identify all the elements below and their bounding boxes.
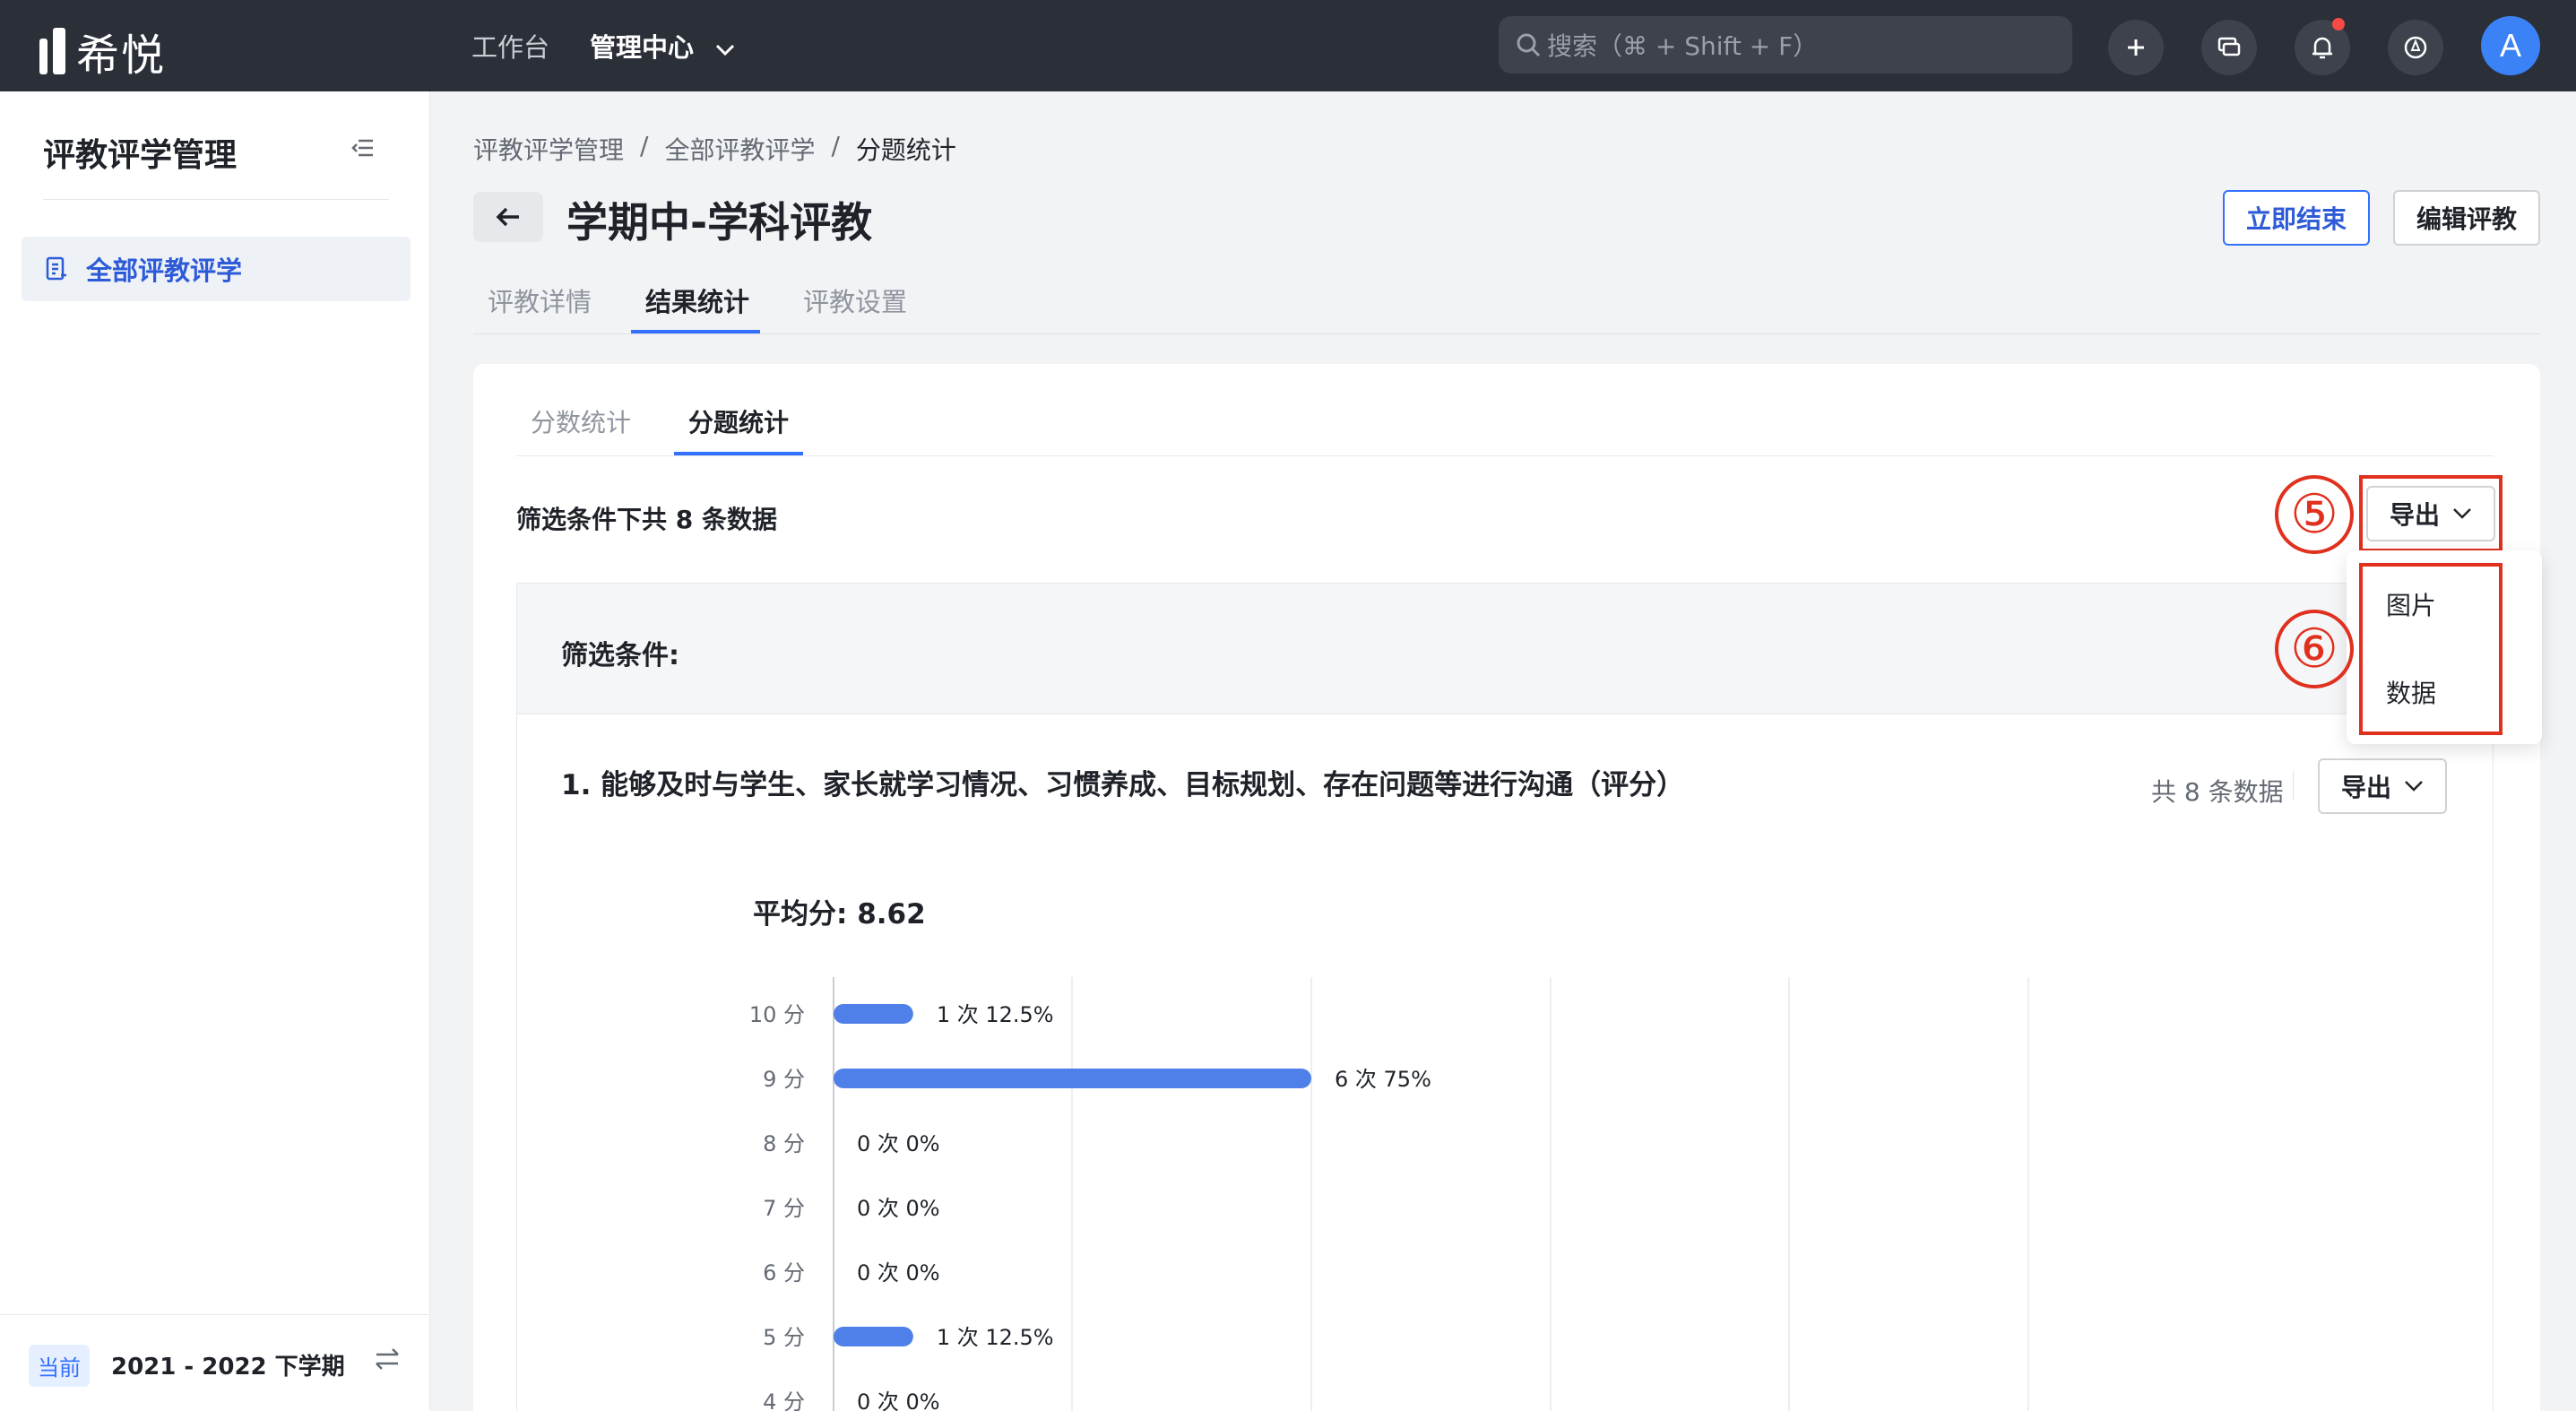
sidebar-collapse-button[interactable] bbox=[351, 138, 375, 161]
filter-label: 筛选条件: bbox=[561, 640, 679, 671]
question-export-label: 导出 bbox=[2340, 773, 2391, 802]
end-now-button[interactable]: 立即结束 bbox=[2223, 190, 2370, 246]
highlight-box-export bbox=[2359, 475, 2503, 552]
data-label: 0 次 0% bbox=[857, 1389, 940, 1411]
app-logo[interactable]: 希悦 bbox=[39, 20, 166, 82]
average-score: 平均分: 8.62 bbox=[753, 898, 926, 931]
score-distribution-chart: 10 分 1 次 12.5% 9 分 6 次 75% 8 分 0 次 0% 7 分 0 次 0… bbox=[749, 977, 2029, 1411]
swap-icon bbox=[376, 1348, 399, 1370]
bar bbox=[834, 1004, 913, 1024]
subtab-question-statistics[interactable]: 分题统计 bbox=[688, 403, 789, 439]
tab-evaluation-details[interactable]: 评教详情 bbox=[488, 281, 592, 319]
search-placeholder: 搜索（⌘ + Shift + F） bbox=[1547, 31, 1819, 61]
sidebar-item-label: 全部评教评学 bbox=[86, 255, 243, 286]
sidebar-item-all-evaluations[interactable]: 全部评教评学 bbox=[22, 237, 411, 301]
breadcrumb: 评教评学管理 / 全部评教评学 / 分题统计 bbox=[473, 131, 956, 167]
annotation-step-6: ⑥ bbox=[2275, 610, 2354, 688]
filtered-count-text: 筛选条件下共 8 条数据 bbox=[516, 505, 777, 534]
collapse-icon bbox=[351, 139, 373, 157]
filter-panel bbox=[516, 583, 2494, 714]
help-button[interactable] bbox=[2388, 20, 2443, 75]
data-label: 1 次 12.5% bbox=[937, 1325, 1054, 1350]
back-button[interactable] bbox=[473, 192, 543, 242]
highlight-box-export-menu bbox=[2359, 563, 2503, 735]
bar bbox=[834, 1327, 913, 1346]
sidebar-title: 评教评学管理 bbox=[43, 137, 238, 174]
category-label: 10 分 bbox=[749, 1002, 805, 1027]
category-label: 6 分 bbox=[763, 1260, 805, 1285]
data-label: 0 次 0% bbox=[857, 1260, 940, 1285]
bell-icon bbox=[2312, 37, 2332, 59]
category-label: 5 分 bbox=[763, 1325, 805, 1350]
add-button[interactable] bbox=[2108, 20, 2164, 75]
breadcrumb-separator: / bbox=[640, 131, 649, 160]
nav-admin-center[interactable]: 管理中心 bbox=[590, 27, 735, 65]
subtab-score-statistics[interactable]: 分数统计 bbox=[531, 403, 631, 439]
annotation-step-5: ⑤ bbox=[2275, 475, 2354, 554]
category-label: 8 分 bbox=[763, 1131, 805, 1156]
data-label: 0 次 0% bbox=[857, 1196, 940, 1221]
logo-icon bbox=[39, 28, 65, 74]
category-label: 9 分 bbox=[763, 1067, 805, 1092]
notifications-button[interactable] bbox=[2295, 18, 2350, 75]
breadcrumb-item-all[interactable]: 全部评教评学 bbox=[664, 131, 815, 167]
bar bbox=[834, 1069, 1311, 1088]
logo-text: 希悦 bbox=[76, 30, 167, 81]
breadcrumb-item-manage[interactable]: 评教评学管理 bbox=[473, 131, 624, 167]
current-term-badge: 当前 bbox=[29, 1345, 90, 1387]
top-nav-bar: 希悦 工作台 管理中心 搜索（⌘ + Shift + F） A bbox=[0, 0, 2576, 91]
question-separator bbox=[2293, 771, 2294, 800]
breadcrumb-item-current: 分题统计 bbox=[855, 135, 956, 165]
page-title: 学期中-学科评教 bbox=[566, 198, 873, 247]
chat-icon bbox=[2217, 37, 2241, 56]
document-list-icon bbox=[46, 256, 66, 281]
nav-workbench[interactable]: 工作台 bbox=[471, 27, 549, 65]
current-term-text: 2021 - 2022 下学期 bbox=[111, 1354, 345, 1381]
plus-icon bbox=[2128, 39, 2144, 56]
edit-evaluation-button[interactable]: 编辑评教 bbox=[2393, 190, 2540, 246]
sidebar-divider bbox=[43, 199, 389, 200]
chevron-down-icon bbox=[716, 44, 735, 56]
data-label: 6 次 75% bbox=[1335, 1067, 1431, 1092]
switch-term-button[interactable] bbox=[373, 1346, 402, 1375]
nav-admin-center-label: 管理中心 bbox=[590, 32, 695, 63]
search-icon bbox=[1517, 33, 1541, 57]
subtabs-divider bbox=[516, 455, 2494, 456]
sidebar-bottom-divider bbox=[0, 1314, 430, 1315]
category-label: 4 分 bbox=[763, 1389, 805, 1411]
tab-evaluation-settings[interactable]: 评教设置 bbox=[803, 281, 907, 319]
arrow-left-icon bbox=[496, 207, 519, 227]
question-count: 共 8 条数据 bbox=[2151, 777, 2284, 807]
avatar[interactable]: A bbox=[2481, 16, 2540, 75]
category-label: 7 分 bbox=[763, 1196, 805, 1221]
chevron-down-icon bbox=[2405, 781, 2423, 792]
tabs-divider bbox=[473, 333, 2540, 334]
search-input[interactable]: 搜索（⌘ + Shift + F） bbox=[1499, 16, 2072, 74]
data-label: 0 次 0% bbox=[857, 1131, 940, 1156]
breadcrumb-separator: / bbox=[831, 131, 840, 160]
notification-dot bbox=[2332, 18, 2345, 30]
question-export-button[interactable]: 导出 bbox=[2318, 758, 2447, 814]
sidebar: 评教评学管理 全部评教评学 当前 2021 - 2022 下学期 bbox=[0, 91, 430, 1411]
messages-button[interactable] bbox=[2201, 20, 2257, 75]
data-label: 1 次 12.5% bbox=[937, 1002, 1054, 1027]
tab-result-statistics[interactable]: 结果统计 bbox=[645, 281, 749, 319]
compass-icon bbox=[2404, 36, 2427, 59]
question-title: 1. 能够及时与学生、家长就学习情况、习惯养成、目标规划、存在问题等进行沟通（评… bbox=[561, 769, 1685, 801]
